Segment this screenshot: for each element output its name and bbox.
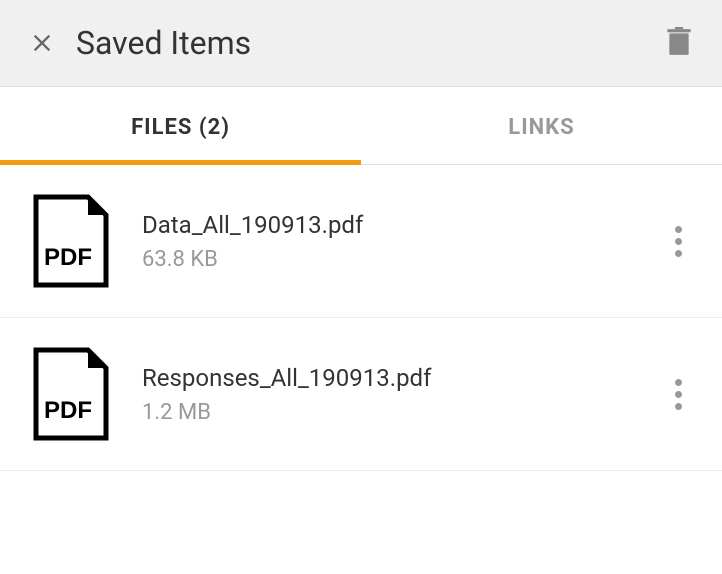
file-size: 1.2 MB (142, 400, 666, 425)
header: Saved Items (0, 0, 722, 87)
svg-text:PDF: PDF (44, 244, 92, 271)
file-name: Responses_All_190913.pdf (142, 364, 666, 392)
more-options-icon[interactable] (666, 218, 690, 265)
file-name: Data_All_190913.pdf (142, 211, 666, 239)
trash-icon[interactable] (666, 27, 694, 59)
tabs: FILES (2) LINKS (0, 87, 722, 165)
tab-files[interactable]: FILES (2) (0, 87, 361, 164)
file-size: 63.8 KB (142, 247, 666, 272)
file-item[interactable]: PDF Data_All_190913.pdf 63.8 KB (0, 165, 722, 318)
pdf-file-icon: PDF (32, 346, 110, 442)
file-item[interactable]: PDF Responses_All_190913.pdf 1.2 MB (0, 318, 722, 471)
more-options-icon[interactable] (666, 371, 690, 418)
file-list: PDF Data_All_190913.pdf 63.8 KB PDF Resp… (0, 165, 722, 471)
page-title: Saved Items (76, 24, 666, 62)
file-info: Responses_All_190913.pdf 1.2 MB (142, 364, 666, 425)
tab-links[interactable]: LINKS (361, 87, 722, 164)
svg-text:PDF: PDF (44, 397, 92, 424)
close-icon[interactable] (28, 29, 56, 57)
pdf-file-icon: PDF (32, 193, 110, 289)
file-info: Data_All_190913.pdf 63.8 KB (142, 211, 666, 272)
